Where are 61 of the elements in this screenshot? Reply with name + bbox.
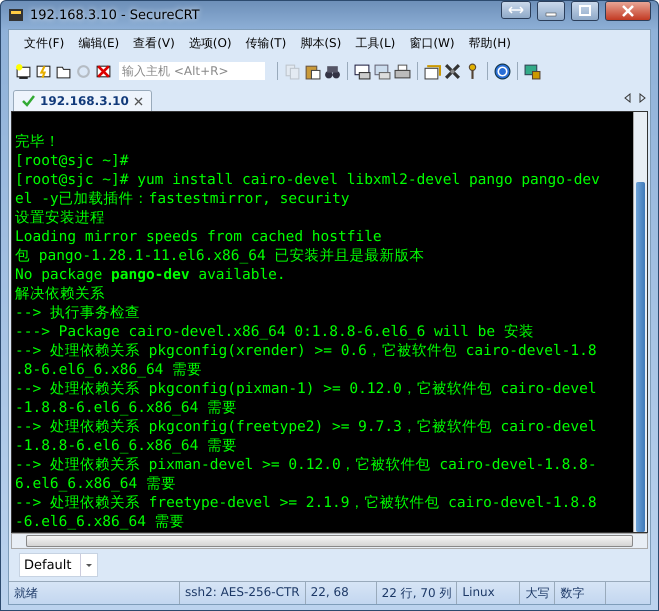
menu-item[interactable]: 脚本(S): [293, 33, 348, 54]
close-button[interactable]: [605, 1, 651, 21]
terminal-line: --> 处理依赖关系 pixman-devel >= 0.12.0，它被软件包 cairo-devel-1.8.8-: [15, 456, 598, 475]
close-icon[interactable]: [134, 96, 143, 106]
status-cell: 22, 68: [306, 582, 377, 604]
menu-item[interactable]: 文件(F): [17, 33, 72, 54]
terminal-line: 设置安装进程: [15, 209, 106, 228]
new-session-icon[interactable]: [15, 62, 32, 80]
window-printer-icon[interactable]: [374, 62, 391, 80]
menu-item[interactable]: 传输(T): [238, 33, 294, 54]
terminal-line: --> 执行事务检查: [15, 304, 141, 323]
scrollbar-thumb[interactable]: [636, 182, 645, 532]
minimize-button[interactable]: [537, 1, 565, 21]
host-input-field[interactable]: 输入主机 <Alt+R>: [119, 62, 265, 80]
status-cell: 就绪: [9, 582, 180, 604]
status-cell: 数字: [555, 582, 606, 604]
terminal-line: [root@sjc ~]#: [15, 152, 130, 171]
session-tab[interactable]: 192.168.3.10: [13, 90, 152, 111]
right-triangle-icon[interactable]: [639, 93, 646, 103]
terminal-line: 完毕！: [15, 133, 61, 152]
terminal-line: -6.el6_6.x86_64 需要: [15, 513, 186, 532]
crossed-screen-icon[interactable]: [95, 62, 112, 80]
menu-item[interactable]: 选项(O): [182, 33, 239, 54]
status-cell: 大写: [520, 582, 556, 604]
menu-item[interactable]: 编辑(E): [71, 33, 126, 54]
terminal-line: --> 处理依赖关系 pkgconfig(pixman-1) >= 0.12.0，它被软件包 cairo-devel: [15, 380, 598, 399]
window-title: 192.168.3.10 - SecureCRT: [30, 8, 201, 22]
terminal-line: --> 处理依赖关系 pkgconfig(xrender) >= 0.6，它被软件包 cairo-devel-1.8: [15, 342, 598, 361]
terminal-line: --> 处理依赖关系 freetype-devel >= 2.1.9，它被软件包 cairo-devel-1.8.8: [15, 494, 598, 513]
terminal-line: [root@sjc ~]# yum install cairo-devel libxml2-devel pango pango-dev: [15, 171, 601, 190]
scrollbar-thumb[interactable]: [26, 535, 633, 547]
left-triangle-icon[interactable]: [624, 93, 631, 103]
printer-icon[interactable]: [394, 62, 411, 80]
terminal-line: -1.8.8-6.el6_6.x86_64 需要: [15, 399, 238, 418]
menu-item[interactable]: 帮助(H): [462, 33, 518, 54]
status-cell: 22 行, 70 列: [376, 582, 458, 604]
terminal-line: 包 pango-1.28.1-11.el6.x86_64 已安装并且是最新版本: [15, 247, 426, 266]
lightning-screen-icon[interactable]: [35, 62, 52, 80]
terminal-line: el -y已加载插件：fastestmirror, security: [15, 190, 350, 209]
terminal-line: No package pango-dev available.: [15, 266, 287, 285]
terminal-line: --> 处理依赖关系 pkgconfig(freetype2) >= 9.7.3，它被软件包 cairo-devel: [15, 418, 598, 437]
help-icon[interactable]: [494, 62, 511, 80]
tab-label: 192.168.3.10: [40, 94, 129, 108]
clipboard-icon[interactable]: [304, 62, 321, 80]
terminal-line: ---> Package cairo-devel.x86_64 0:1.8.8-6.el6_6 will be 安装: [15, 323, 535, 342]
menu-item[interactable]: 工具(L): [348, 33, 402, 54]
terminal-line: 6.el6_6.x86_64 需要: [15, 475, 177, 494]
screen-printer-icon[interactable]: [354, 62, 371, 80]
app-icon: [8, 7, 24, 23]
menu-item[interactable]: 查看(V): [126, 33, 182, 54]
status-cell: Linux: [457, 582, 520, 604]
terminal-line: Loading mirror speeds from cached hostfile: [15, 228, 383, 247]
tools-icon[interactable]: [444, 62, 461, 80]
terminal-line: 解决依赖关系: [15, 285, 106, 304]
status-cell: ssh2: AES-256-CTR: [180, 582, 306, 604]
resize-arrows-button[interactable]: [501, 1, 531, 19]
terminal-line: .8-6.el6_6.x86_64 需要: [15, 361, 204, 380]
menu-item[interactable]: 窗口(W): [402, 33, 462, 54]
maximize-button[interactable]: [571, 1, 599, 21]
terminal-line: -1.8.8-6.el6_6.x86_64 需要: [15, 437, 238, 456]
session-dropdown[interactable]: Default: [19, 553, 98, 577]
